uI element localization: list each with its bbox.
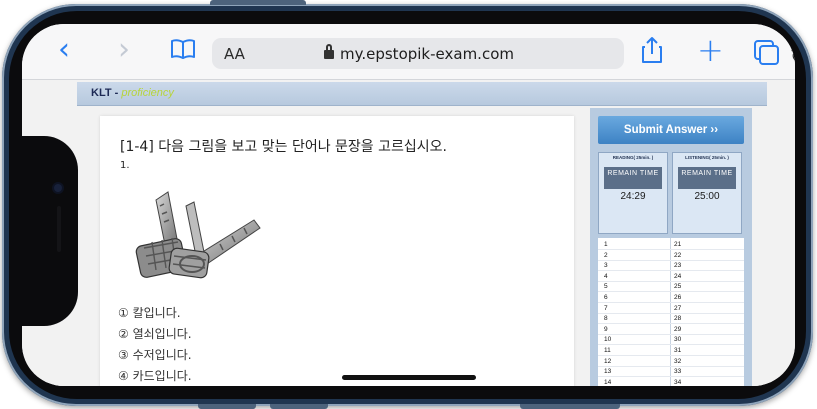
- answer-number: 25: [674, 283, 682, 291]
- answer-row[interactable]: 10 30: [598, 335, 744, 346]
- answer-row[interactable]: 2 22: [598, 251, 744, 261]
- answer-number: 29: [674, 325, 682, 333]
- answer-number: 3: [604, 262, 608, 270]
- answer-row[interactable]: 11 31: [598, 346, 744, 356]
- face-id-sensor: [57, 206, 61, 252]
- answer-number: 4: [604, 272, 608, 280]
- phone-side-button-bottom-3: [520, 404, 620, 409]
- site-logo: KLT - proficiency: [91, 87, 174, 99]
- answer-number: 12: [604, 357, 612, 365]
- answer-number: 11: [604, 347, 611, 354]
- book-icon[interactable]: [170, 38, 196, 65]
- answer-row[interactable]: 9 29: [598, 325, 744, 335]
- listening-remain-time: 25:00: [694, 191, 720, 202]
- answer-number: 33: [674, 368, 682, 376]
- answer-number: 30: [674, 336, 682, 344]
- answer-number: 2: [604, 251, 608, 259]
- web-page: KLT - proficiency [1-4] 다음 그림을 보고 맞는 단어나…: [22, 80, 795, 386]
- answer-number: 14: [604, 378, 612, 386]
- answer-number: 7: [604, 304, 608, 312]
- tabs-icon[interactable]: [752, 38, 779, 65]
- answer-number: 26: [674, 294, 682, 301]
- home-indicator[interactable]: [342, 375, 476, 380]
- answer-number: 9: [604, 325, 608, 333]
- answer-number: 21: [674, 241, 682, 248]
- answer-number: 34: [674, 378, 682, 386]
- answer-number: 8: [604, 315, 608, 323]
- answer-number: 6: [604, 294, 608, 301]
- answer-row[interactable]: 14 34: [598, 378, 744, 386]
- answer-sheet: 1 21 2 22 3 23 4 24 5 25 6 26 7 27 8 28 9 29 10 30 11 31 12 32 1…: [598, 238, 744, 386]
- answer-number: 10: [604, 336, 612, 344]
- reading-timer: READING( 25min. ) REMAIN TIME 24:29: [598, 152, 668, 234]
- lock-icon: [324, 44, 334, 59]
- answer-row[interactable]: 13 33: [598, 367, 744, 378]
- reader-mode-button[interactable]: AA: [224, 45, 245, 63]
- option-4[interactable]: ④ 카드입니다.: [118, 367, 192, 384]
- listening-section-label: LISTENING( 25min. ): [685, 155, 729, 160]
- answer-row[interactable]: 4 24: [598, 272, 744, 282]
- exam-side-panel: Submit Answer ›› READING( 25min. ) REMAI…: [590, 108, 752, 386]
- url-text[interactable]: my.epstopik-exam.com: [340, 45, 514, 63]
- reload-icon[interactable]: ↻: [790, 44, 795, 68]
- answer-number: 24: [674, 272, 682, 280]
- answer-number: 23: [674, 262, 682, 270]
- reading-remain-time: 24:29: [620, 191, 646, 202]
- option-3[interactable]: ③ 수저입니다.: [118, 346, 192, 363]
- phone-screen: ‹ › AA my.epstopik-exam.com ↻ + KLT: [22, 24, 795, 386]
- address-bar[interactable]: AA my.epstopik-exam.com ↻: [212, 38, 795, 69]
- phone-side-button-bottom-1: [198, 404, 256, 409]
- keys-icon: [130, 186, 270, 296]
- answer-number: 31: [674, 347, 682, 354]
- chevron-left-icon[interactable]: ‹: [58, 35, 70, 65]
- question-instruction: [1-4] 다음 그림을 보고 맞는 단어나 문장을 고르십시오.: [120, 139, 447, 155]
- phone-side-button-top: [210, 0, 306, 5]
- answer-row[interactable]: 3 23: [598, 261, 744, 272]
- front-camera: [54, 184, 62, 192]
- submit-answer-button[interactable]: Submit Answer ››: [598, 116, 744, 144]
- answer-row[interactable]: 12 32: [598, 357, 744, 367]
- answer-row[interactable]: 7 27: [598, 304, 744, 314]
- chevron-right-icon[interactable]: ›: [118, 35, 130, 65]
- remain-time-badge: REMAIN TIME: [604, 167, 662, 189]
- answer-number: 32: [674, 357, 682, 365]
- reading-section-label: READING( 25min. ): [612, 155, 654, 160]
- answer-number: 5: [604, 283, 608, 291]
- remain-time-badge: REMAIN TIME: [678, 167, 736, 189]
- answer-number: 13: [604, 368, 612, 376]
- camera-notch: [22, 136, 78, 326]
- share-icon[interactable]: [641, 36, 663, 69]
- question-panel: [1-4] 다음 그림을 보고 맞는 단어나 문장을 고르십시오. 1. ① 칼…: [100, 116, 574, 386]
- browser-toolbar: ‹ › AA my.epstopik-exam.com ↻ +: [22, 24, 795, 80]
- answer-row[interactable]: 8 28: [598, 314, 744, 325]
- option-2[interactable]: ② 열쇠입니다.: [118, 325, 192, 342]
- answer-row[interactable]: 5 25: [598, 282, 744, 293]
- answer-number: 27: [674, 304, 682, 312]
- listening-timer: LISTENING( 25min. ) REMAIN TIME 25:00: [672, 152, 742, 234]
- option-1[interactable]: ① 칼입니다.: [118, 304, 181, 321]
- site-header: KLT - proficiency: [77, 82, 767, 106]
- answer-number: 1: [604, 241, 608, 248]
- answer-row[interactable]: 6 26: [598, 293, 744, 303]
- answer-number: 22: [674, 251, 682, 259]
- phone-side-button-bottom-2: [270, 404, 328, 409]
- answer-row[interactable]: 1 21: [598, 240, 744, 250]
- answer-number: 28: [674, 315, 682, 323]
- question-number: 1.: [120, 160, 130, 171]
- plus-icon[interactable]: +: [697, 34, 724, 66]
